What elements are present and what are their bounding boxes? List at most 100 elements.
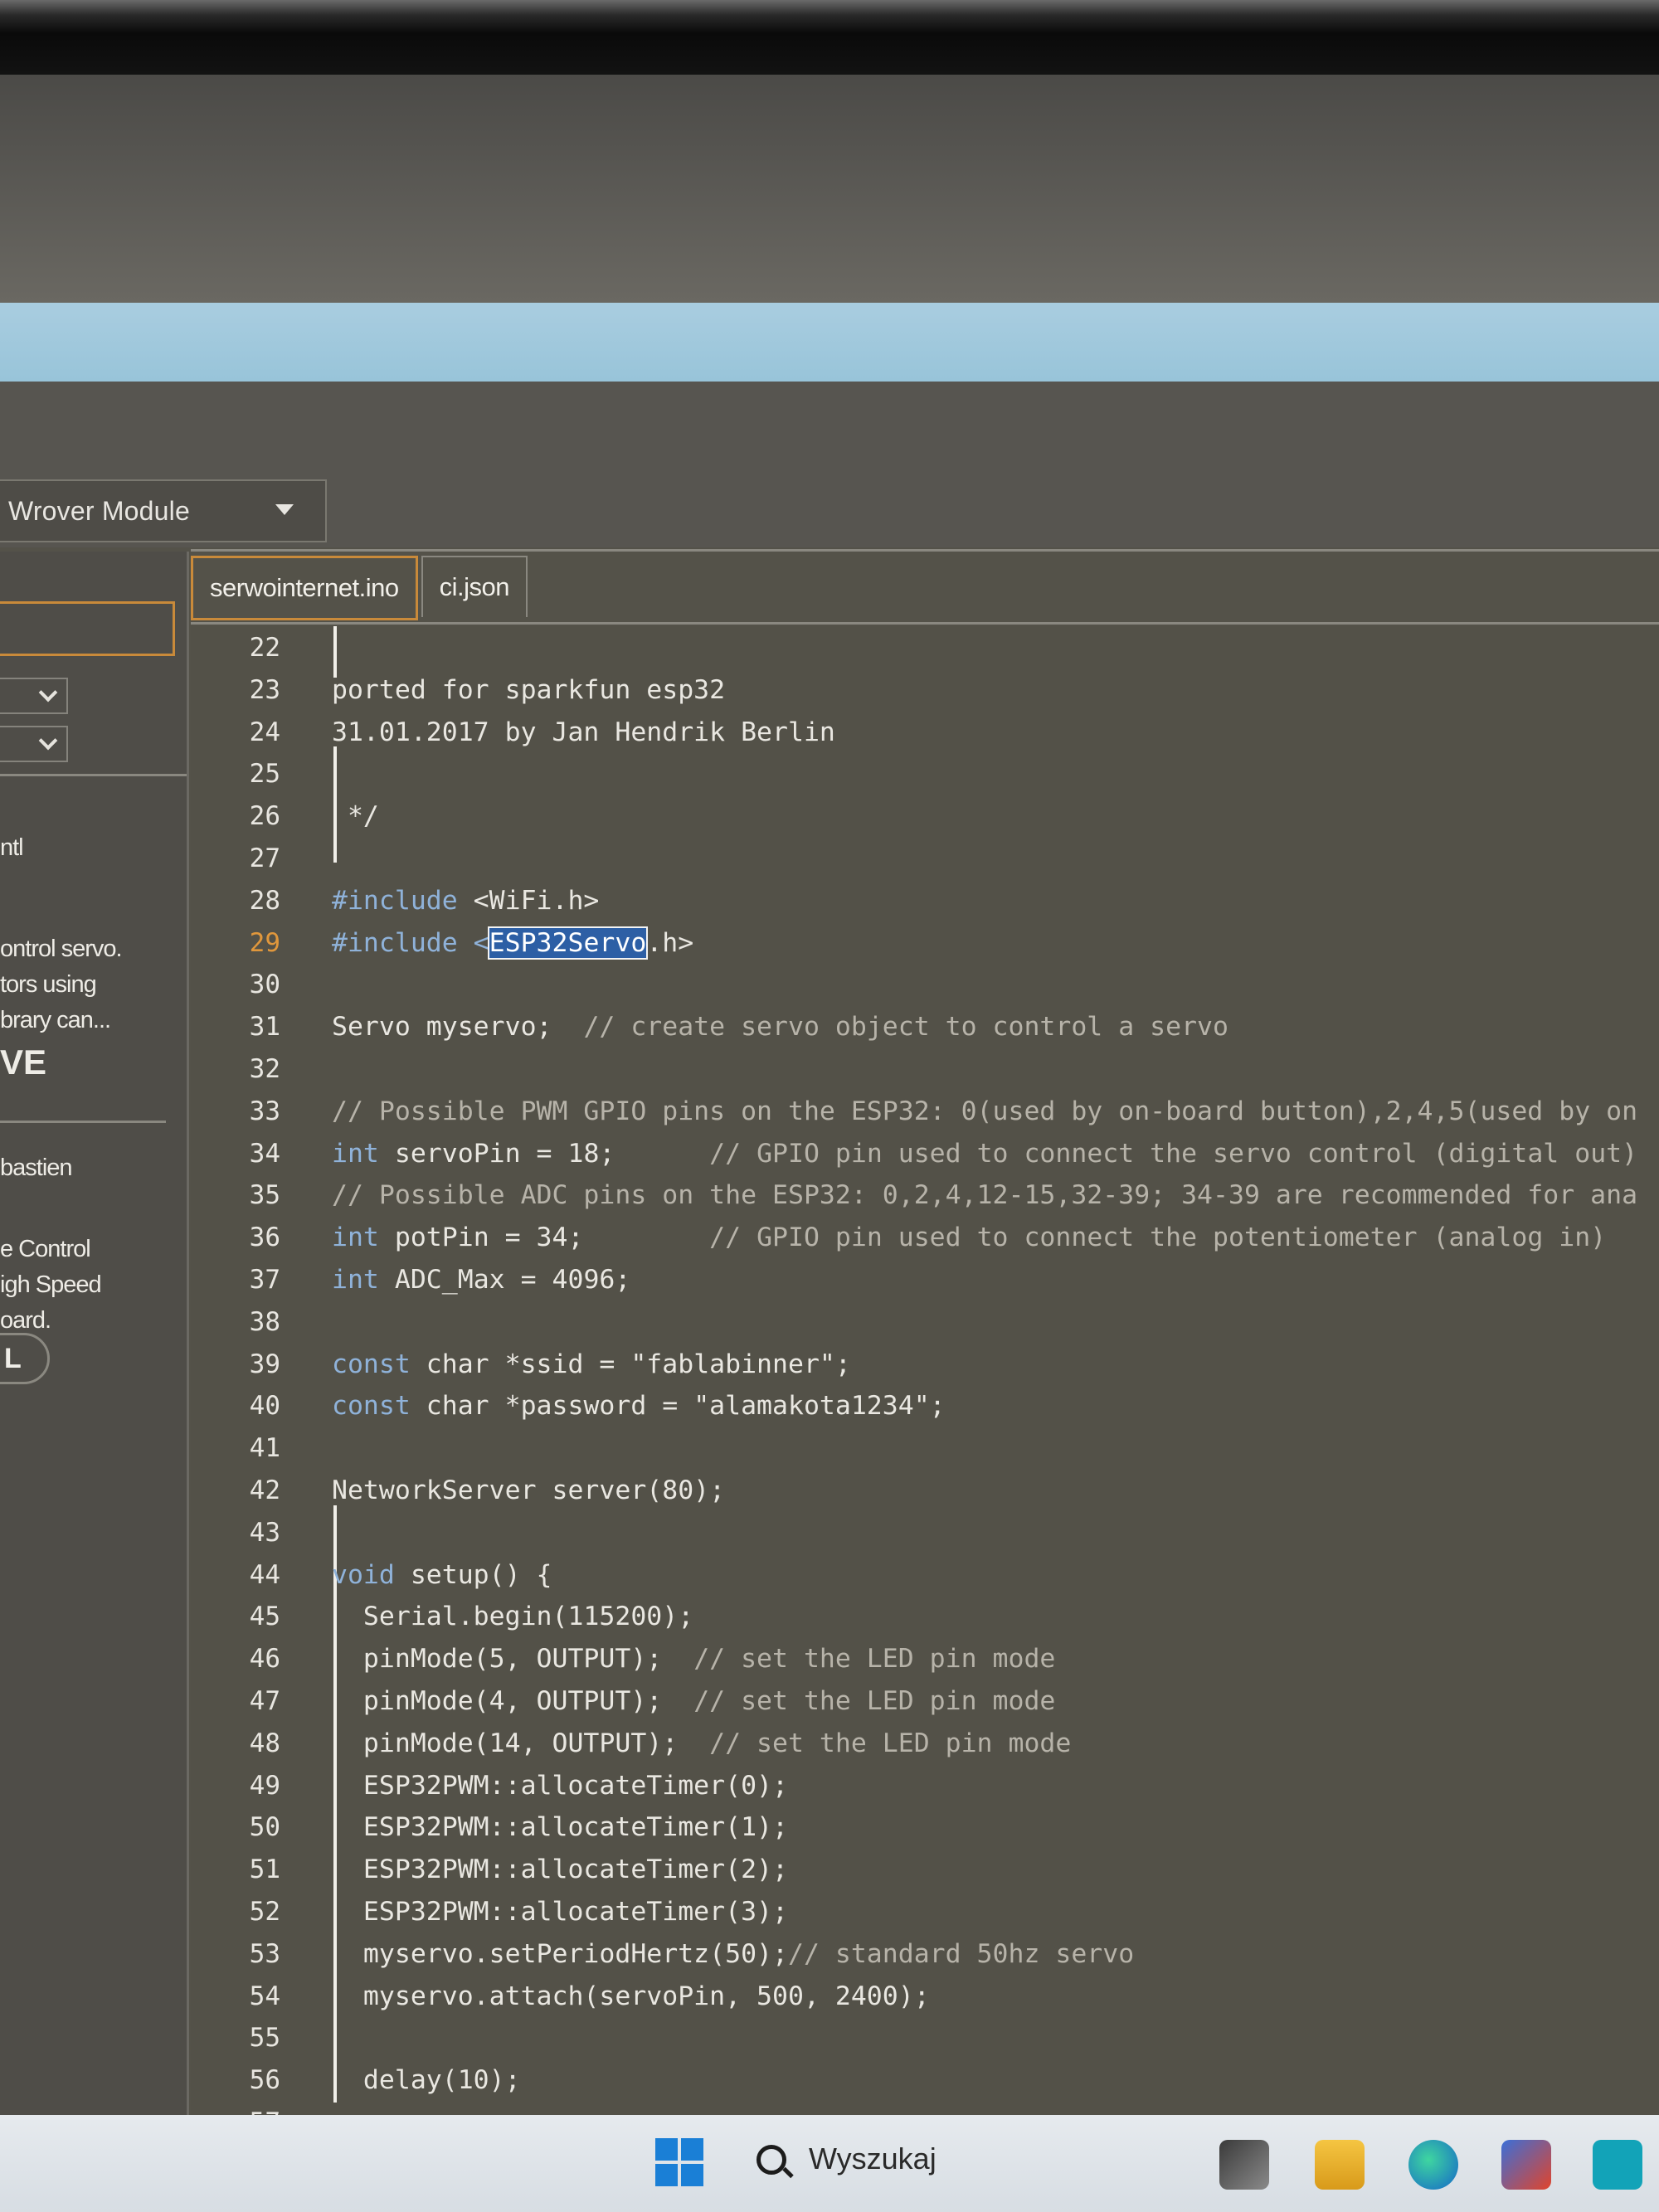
line-number-gutter: 22 23 24 25 26 27 28 29 30 31 32 33 34 35 36 37 38 39 40 41… [191,626,315,2137]
line-number: 27 [249,843,280,873]
code-token: pinMode(4, OUTPUT); [332,1686,694,1716]
code-line: const char *ssid = "fablabinner"; [332,1349,851,1379]
line-number: 56 [249,2065,280,2096]
code-line: */ [332,801,379,831]
search-icon[interactable] [757,2145,786,2175]
line-number: 50 [249,1812,280,1843]
line-number: 26 [249,801,280,832]
line-number: 37 [249,1265,280,1295]
chevron-down-icon [38,683,58,702]
code-line: ESP32PWM::allocateTimer(1); [332,1812,788,1842]
line-number: 39 [249,1349,280,1379]
code-token: ADC_Max = 4096; [378,1265,631,1295]
code-line: int servoPin = 18; // GPIO pin used to c… [332,1139,1637,1169]
keyword-token: int [332,1138,379,1169]
code-token: potPin = 34; [378,1223,710,1253]
code-token: pinMode(5, OUTPUT); [332,1644,694,1675]
line-number: 34 [249,1138,280,1169]
line-number: 42 [249,1475,280,1505]
microsoft-store-icon[interactable] [1501,2140,1551,2190]
code-comment: // set the LED pin mode [709,1728,1072,1758]
keyword-token: const [332,1391,411,1422]
code-line: // Possible PWM GPIO pins on the ESP32: … [332,1096,1637,1126]
code-line: int potPin = 34; // GPIO pin used to con… [332,1223,1606,1252]
code-line: 31.01.2017 by Jan Hendrik Berlin [332,717,835,747]
code-token: pinMode(14, OUTPUT); [332,1728,710,1758]
code-line: Servo myservo; // create servo object to… [332,1012,1228,1042]
line-number: 52 [249,1897,280,1927]
code-line: const char *password = "alamakota1234"; [332,1391,946,1421]
code-token: delay(10); [332,2065,521,2096]
board-selector[interactable]: Wrover Module [0,479,327,542]
code-line: pinMode(5, OUTPUT); // set the LED pin m… [332,1644,1055,1674]
indent-guide [333,1505,337,2103]
line-number: 45 [249,1602,280,1632]
library-manager-panel: ntl ontrol servo. tors using brary can..… [0,552,189,2115]
line-number: 41 [249,1433,280,1464]
desktop-band [0,303,1659,382]
file-explorer-icon[interactable] [1315,2140,1365,2190]
board-selector-label: Wrover Module [8,495,190,526]
line-number: 48 [249,1728,280,1758]
line-number: 32 [249,1054,280,1084]
divider [0,1121,166,1123]
task-view-icon[interactable] [1219,2140,1269,2190]
cursor-line [333,626,337,678]
code-token: servoPin = 18; [378,1138,710,1169]
code-editor[interactable]: 22 23 24 25 26 27 28 29 30 31 32 33 34 35 36 37 38 39 40 41… [191,626,1659,2137]
window-background [0,75,1659,303]
code-line: myservo.attach(servoPin, 500, 2400); [332,1981,930,2011]
library-description-fragment: e Control igh Speed oard. [0,1236,102,1334]
type-filter-select[interactable] [0,678,68,714]
windows-start-icon[interactable] [655,2138,703,2186]
line-number: 23 [249,674,280,705]
code-comment: // Possible ADC pins on the ESP32: 0,2,4… [332,1180,1638,1211]
code-comment: // create servo object to control a serv… [583,1012,1228,1043]
code-token: 31.01.2017 by Jan Hendrik Berlin [332,717,835,747]
tab-ci-json[interactable]: ci.json [421,556,528,617]
code-comment: // standard 50hz servo [787,1938,1135,1969]
code-token: <WiFi.h> [457,885,600,916]
keyword-token: const [332,1349,411,1379]
library-search-input[interactable] [0,601,175,656]
code-token: char *ssid = "fablabinner"; [410,1349,851,1379]
line-number: 55 [249,2023,280,2054]
code-token: myservo.setPeriodHertz(50); [332,1938,788,1969]
code-token: ESP32PWM::allocateTimer(0); [332,1770,788,1801]
keyword-token: void [332,1559,395,1590]
line-number: 22 [249,633,280,663]
library-title-fragment: ntl [0,834,24,861]
code-token: ESP32PWM::allocateTimer(1); [332,1812,788,1843]
code-line: pinMode(14, OUTPUT); // set the LED pin … [332,1728,1071,1758]
code-comment: // GPIO pin used to connect the servo co… [709,1138,1638,1169]
code-line: ESP32PWM::allocateTimer(3); [332,1897,788,1927]
code-line: #include <WiFi.h> [332,886,599,916]
keyword-token: int [332,1223,379,1253]
line-number: 44 [249,1559,280,1590]
line-number: 25 [249,759,280,790]
monitor-bezel [0,0,1659,75]
code-token: Servo myservo; [332,1012,584,1043]
keyword-token: #include [332,885,458,916]
editor-tabs: serwointernet.ino ci.json [191,556,531,620]
code-token: myservo.attach(servoPin, 500, 2400); [332,1981,930,2011]
arduino-ide-icon[interactable] [1593,2140,1642,2190]
line-number: 47 [249,1686,280,1716]
line-number: 36 [249,1223,280,1253]
line-number: 24 [249,717,280,747]
topic-filter-select[interactable] [0,726,68,762]
screen: Wrover Module ntl ontrol servo. tors usi… [0,75,1659,2212]
remove-button-fragment[interactable]: VE [0,1043,46,1082]
code-comment: // Possible PWM GPIO pins on the ESP32: … [332,1096,1638,1126]
taskbar-search[interactable]: Wyszukaj [809,2142,937,2176]
code-line: NetworkServer server(80); [332,1475,725,1505]
line-number: 51 [249,1855,280,1885]
caret-down-icon [275,504,294,515]
edge-browser-icon[interactable] [1408,2140,1458,2190]
line-number: 33 [249,1096,280,1126]
install-button[interactable]: L [0,1333,50,1384]
line-number: 43 [249,1517,280,1548]
code-token: NetworkServer server(80); [332,1475,726,1505]
tab-serwointernet[interactable]: serwointernet.ino [191,556,418,620]
code-area[interactable]: ported for sparkfun esp32 31.01.2017 by J… [332,626,1659,2115]
